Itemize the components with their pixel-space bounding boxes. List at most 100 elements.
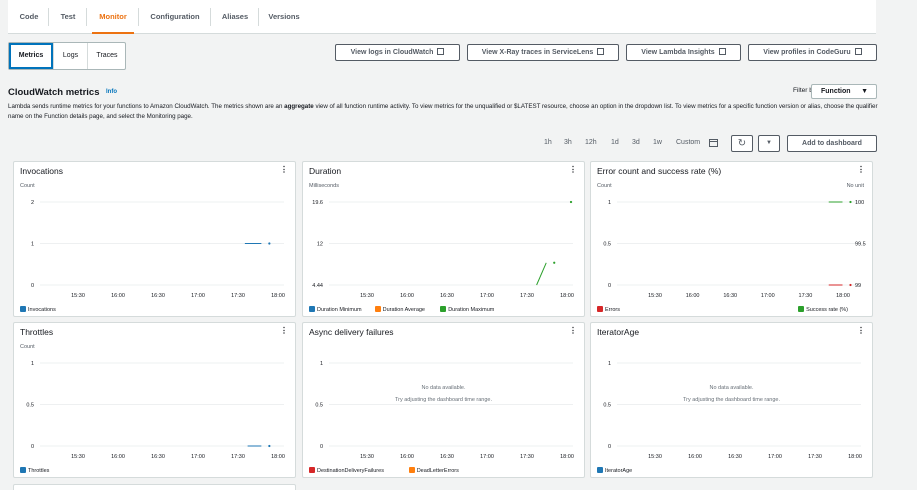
tab-monitor[interactable]: Monitor (92, 0, 134, 34)
menu-dots-icon[interactable]: ⋮ (857, 165, 865, 174)
legend-item[interactable]: Duration Maximum (440, 306, 494, 313)
tab-versions[interactable]: Versions (264, 0, 304, 34)
legend-item[interactable]: Success rate (%) (798, 306, 848, 313)
legend-swatch (309, 467, 315, 473)
x-tick-label: 16:00 (400, 454, 414, 460)
chart-invocations: 2 1 0 15:30 16:00 16:30 17:00 17:30 18:00 (31, 200, 285, 299)
legend-label: DestinationDeliveryFailures (317, 468, 384, 474)
y-tick-label: 0 (320, 444, 323, 450)
legend-item[interactable]: Duration Minimum (309, 306, 362, 313)
legend-item[interactable]: Errors (597, 306, 620, 313)
y-axis-unit: Count (20, 183, 35, 189)
tab-aliases[interactable]: Aliases (216, 0, 254, 34)
menu-dots-icon[interactable]: ⋮ (280, 165, 288, 174)
menu-dots-icon[interactable]: ⋮ (569, 326, 577, 335)
widget-async-delivery-failures: 1 0.5 0 15:30 16:00 16:30 17:00 17:30 18:00 Async… (302, 322, 585, 478)
widget-title: Invocations (20, 166, 63, 176)
widget-title: Error count and success rate (%) (597, 166, 722, 176)
widget-title: Async delivery failures (309, 327, 394, 337)
legend-item[interactable]: DestinationDeliveryFailures (309, 467, 384, 474)
menu-dots-icon[interactable]: ⋮ (569, 165, 577, 174)
x-tick-label: 16:30 (440, 293, 454, 299)
legend-item[interactable]: DeadLetterErrors (408, 467, 459, 474)
tab-test[interactable]: Test (54, 0, 82, 34)
chart-duration: 19.6 12 4.44 15:30 16:00 16:30 17:00 17:30 18:00 (312, 200, 574, 299)
data-point (849, 283, 852, 287)
y-tick-label: 1 (608, 361, 611, 367)
y-tick-label: 1 (608, 200, 611, 206)
legend-item[interactable]: Duration Average (374, 306, 425, 313)
legend-swatch (798, 306, 805, 312)
range-3d[interactable]: 3d (632, 139, 640, 146)
widget-title: Duration (309, 166, 342, 176)
x-tick-label: 17:30 (231, 293, 245, 299)
legend-label: Duration Maximum (448, 307, 495, 313)
y-tick-label: 0.5 (603, 403, 611, 409)
x-tick-label: 17:30 (520, 293, 534, 299)
legend-swatch (309, 306, 315, 312)
range-custom[interactable]: Custom (676, 139, 700, 146)
legend-item[interactable]: Invocations (20, 306, 56, 313)
x-tick-label: 16:00 (688, 454, 702, 460)
calendar-icon[interactable] (709, 138, 718, 149)
legend-item[interactable]: IteratorAge (597, 467, 632, 474)
x-tick-label: 18:00 (560, 293, 574, 299)
y-tick-label: 0.5 (603, 242, 611, 248)
legend-item[interactable]: Throttles (20, 467, 49, 474)
tab-divider (86, 8, 87, 26)
x-tick-label: 16:00 (686, 293, 700, 299)
info-link[interactable]: Info (106, 89, 117, 95)
menu-dots-icon[interactable]: ⋮ (280, 326, 288, 335)
view-logs-cloudwatch-button[interactable]: View logs in CloudWatch (335, 44, 460, 61)
view-lambda-insights-button[interactable]: View Lambda Insights (626, 44, 741, 61)
legend-swatch (597, 306, 603, 312)
y-tick-label: 0 (31, 444, 34, 450)
x-tick-label: 15:30 (71, 454, 85, 460)
widget-error-success: 1 0.5 0 100 99.5 99 15:30 16:00 16:30 17:00 17:30 1… (590, 161, 873, 317)
refresh-button[interactable]: ↻ (731, 135, 753, 152)
range-3h[interactable]: 3h (564, 139, 572, 146)
view-codeguru-button[interactable]: View profiles in CodeGuru (748, 44, 877, 61)
y-tick-label: 0 (608, 444, 611, 450)
widget-throttles: 1 0.5 0 15:30 16:00 16:30 17:00 17:30 18:00 Throt… (13, 322, 296, 478)
x-tick-label: 18:00 (560, 454, 574, 460)
caret-down-icon: ▼ (861, 88, 868, 95)
view-codeguru-label: View profiles in CodeGuru (763, 49, 851, 56)
range-1h[interactable]: 1h (544, 139, 552, 146)
x-tick-label: 18:00 (848, 454, 862, 460)
subtab-traces[interactable]: Traces (88, 43, 126, 69)
view-insights-label: View Lambda Insights (641, 49, 715, 56)
monitor-subtabs: Metrics Logs Traces (8, 42, 126, 70)
add-to-dashboard-button[interactable]: Add to dashboard (787, 135, 877, 152)
x-tick-label: 16:30 (151, 293, 165, 299)
y-axis-unit: Count (20, 344, 35, 350)
subtab-metrics[interactable]: Metrics (9, 43, 54, 69)
x-tick-label: 18:00 (271, 454, 285, 460)
legend-swatch (20, 306, 26, 312)
legend-label: Duration Minimum (317, 307, 362, 313)
x-tick-label: 15:30 (360, 293, 374, 299)
refresh-options-button[interactable]: ▼ (758, 135, 780, 152)
range-1w[interactable]: 1w (653, 139, 662, 146)
y-tick-label: 2 (31, 200, 34, 206)
tab-code[interactable]: Code (14, 0, 44, 34)
data-point (553, 261, 556, 264)
x-tick-label: 16:30 (440, 454, 454, 460)
y-axis-unit: Count (597, 183, 612, 189)
range-1d[interactable]: 1d (611, 139, 619, 146)
tab-divider (258, 8, 259, 26)
menu-dots-icon[interactable]: ⋮ (857, 326, 865, 335)
y-axis-unit: Milliseconds (309, 183, 339, 189)
section-description: Lambda sends runtime metrics for your fu… (8, 102, 884, 122)
range-12h[interactable]: 12h (585, 139, 597, 146)
tab-divider (138, 8, 139, 26)
filter-select[interactable]: Function ▼ (811, 84, 877, 99)
tab-divider (48, 8, 49, 26)
x-tick-label: 18:00 (271, 293, 285, 299)
view-xray-button[interactable]: View X-Ray traces in ServiceLens (467, 44, 619, 61)
no-data-hint: Try adjusting the dashboard time range. (682, 397, 781, 403)
x-tick-label: 16:00 (111, 454, 125, 460)
tab-configuration[interactable]: Configuration (144, 0, 206, 34)
x-tick-label: 15:30 (648, 293, 662, 299)
subtab-logs[interactable]: Logs (54, 43, 88, 69)
